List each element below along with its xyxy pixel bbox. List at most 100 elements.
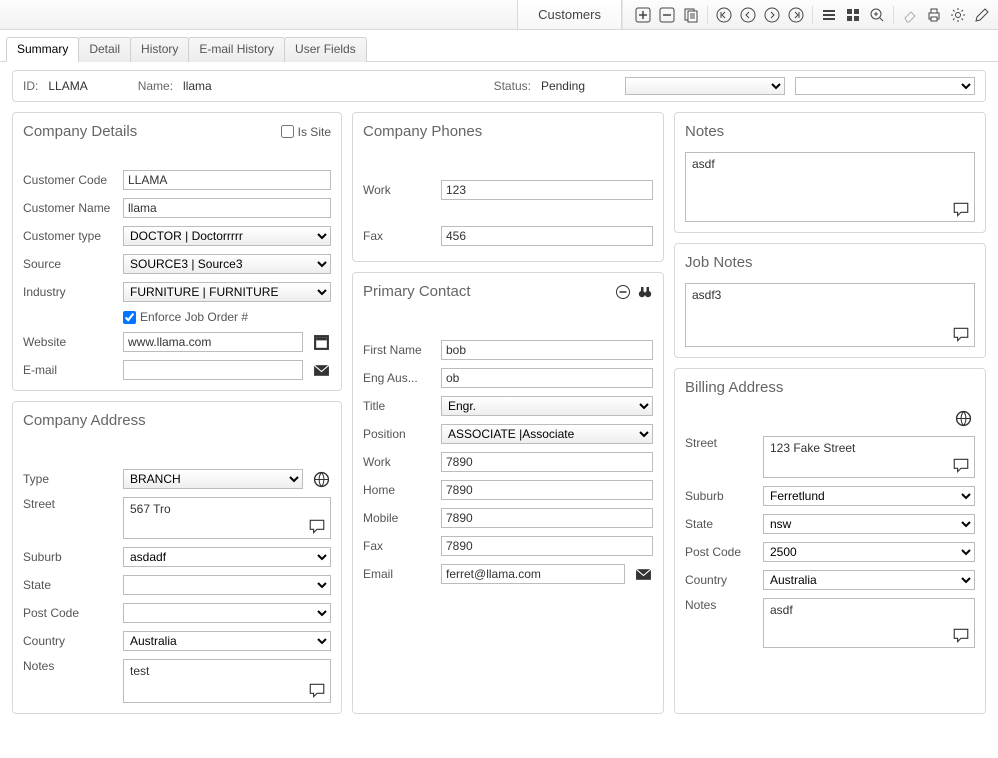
list-view-icon[interactable] — [819, 5, 839, 25]
enforce-job-order-input[interactable] — [123, 311, 136, 324]
billing-postcode-select[interactable]: 2500 — [763, 542, 975, 562]
eraser-icon[interactable] — [900, 5, 920, 25]
tab-detail[interactable]: Detail — [78, 37, 131, 62]
first-icon[interactable] — [714, 5, 734, 25]
industry-label: Industry — [23, 285, 115, 299]
new-icon[interactable] — [633, 5, 653, 25]
position-select[interactable]: ASSOCIATE |Associate — [441, 424, 653, 444]
name-value: llama — [183, 79, 212, 93]
street-input[interactable]: 567 Tro — [123, 497, 331, 539]
collapse-icon[interactable] — [615, 284, 631, 300]
primary-contact-panel: Primary Contact First Name Eng Aus... Ti… — [352, 272, 664, 714]
billing-notes-input[interactable]: asdf — [763, 598, 975, 648]
address-type-select[interactable]: BRANCH — [123, 469, 303, 489]
address-type-label: Type — [23, 472, 115, 486]
is-site-checkbox[interactable]: Is Site — [281, 125, 331, 139]
billing-state-select[interactable]: nsw — [763, 514, 975, 534]
customer-type-select[interactable]: DOCTOR | Doctorrrrr — [123, 226, 331, 246]
speech-bubble-icon[interactable] — [952, 627, 970, 645]
website-open-icon[interactable] — [311, 332, 331, 352]
delete-icon[interactable] — [657, 5, 677, 25]
contact-email-input[interactable] — [441, 564, 625, 584]
notes-textarea[interactable]: asdf — [685, 152, 975, 222]
customer-name-label: Customer Name — [23, 201, 115, 215]
settings-icon[interactable] — [948, 5, 968, 25]
zoom-icon[interactable] — [867, 5, 887, 25]
speech-bubble-icon[interactable] — [308, 518, 326, 536]
billing-globe-icon[interactable] — [953, 408, 973, 428]
company-address-globe-icon[interactable] — [311, 469, 331, 489]
website-input[interactable] — [123, 332, 303, 352]
fax-phone-input[interactable] — [441, 226, 653, 246]
postcode-select[interactable] — [123, 603, 331, 623]
first-name-label: First Name — [363, 343, 433, 357]
job-notes-textarea[interactable]: asdf3 — [685, 283, 975, 347]
status-value: Pending — [541, 79, 585, 93]
notes-panel: Notes asdf — [674, 112, 986, 233]
grid-view-icon[interactable] — [843, 5, 863, 25]
contact-fax-input[interactable] — [441, 536, 653, 556]
enforce-job-order-label: Enforce Job Order # — [140, 310, 248, 324]
country-select[interactable]: Australia — [123, 631, 331, 651]
last-icon[interactable] — [786, 5, 806, 25]
company-email-label: E-mail — [23, 363, 115, 377]
enforce-job-order-checkbox[interactable]: Enforce Job Order # — [123, 310, 248, 324]
contact-mobile-input[interactable] — [441, 508, 653, 528]
is-site-input[interactable] — [281, 125, 294, 138]
billing-country-select[interactable]: Australia — [763, 570, 975, 590]
contact-work-input[interactable] — [441, 452, 653, 472]
prev-icon[interactable] — [738, 5, 758, 25]
billing-address-title: Billing Address — [685, 379, 783, 396]
contact-title-select[interactable]: Engr. — [441, 396, 653, 416]
postcode-label: Post Code — [23, 606, 115, 620]
company-email-send-icon[interactable] — [311, 360, 331, 380]
contact-title-label: Title — [363, 399, 433, 413]
summary-bar: ID: LLAMA Name: llama Status: Pending — [12, 70, 986, 102]
company-details-panel: Company Details Is Site Customer Code Cu… — [12, 112, 342, 391]
speech-bubble-icon[interactable] — [952, 201, 970, 219]
company-phones-title: Company Phones — [363, 123, 482, 140]
toolbar-buttons — [622, 0, 998, 29]
billing-street-input[interactable]: 123 Fake Street — [763, 436, 975, 478]
suburb-select[interactable]: asdadf — [123, 547, 331, 567]
notes-title: Notes — [685, 123, 724, 140]
speech-bubble-icon[interactable] — [952, 326, 970, 344]
copy-icon[interactable] — [681, 5, 701, 25]
address-notes-label: Notes — [23, 659, 115, 673]
is-site-label: Is Site — [298, 125, 331, 139]
tab-summary[interactable]: Summary — [6, 37, 79, 62]
contact-email-send-icon[interactable] — [633, 564, 653, 584]
contact-fax-label: Fax — [363, 539, 433, 553]
state-select[interactable] — [123, 575, 331, 595]
tab-history[interactable]: History — [130, 37, 189, 62]
work-phone-label: Work — [363, 183, 433, 197]
tab-user-fields[interactable]: User Fields — [284, 37, 367, 62]
speech-bubble-icon[interactable] — [308, 682, 326, 700]
customer-type-label: Customer type — [23, 229, 115, 243]
print-icon[interactable] — [924, 5, 944, 25]
first-name-input[interactable] — [441, 340, 653, 360]
speech-bubble-icon[interactable] — [952, 457, 970, 475]
state-label: State — [23, 578, 115, 592]
company-phones-panel: Company Phones Work Fax — [352, 112, 664, 262]
customer-code-input[interactable] — [123, 170, 331, 190]
work-phone-input[interactable] — [441, 180, 653, 200]
company-email-input[interactable] — [123, 360, 303, 380]
suburb-label: Suburb — [23, 550, 115, 564]
binoculars-icon[interactable] — [637, 284, 653, 300]
billing-suburb-select[interactable]: Ferretlund — [763, 486, 975, 506]
customer-code-label: Customer Code — [23, 173, 115, 187]
contact-home-input[interactable] — [441, 480, 653, 500]
eng-aus-input[interactable] — [441, 368, 653, 388]
billing-address-panel: Billing Address Street 123 Fake Street S… — [674, 368, 986, 714]
address-notes-input[interactable]: test — [123, 659, 331, 703]
customer-name-input[interactable] — [123, 198, 331, 218]
summary-combo-2[interactable] — [795, 77, 975, 95]
record-tabs: Summary Detail History E-mail History Us… — [0, 30, 998, 62]
edit-icon[interactable] — [972, 5, 992, 25]
next-icon[interactable] — [762, 5, 782, 25]
industry-select[interactable]: FURNITURE | FURNITURE — [123, 282, 331, 302]
tab-email-history[interactable]: E-mail History — [188, 37, 285, 62]
summary-combo-1[interactable] — [625, 77, 785, 95]
source-select[interactable]: SOURCE3 | Source3 — [123, 254, 331, 274]
